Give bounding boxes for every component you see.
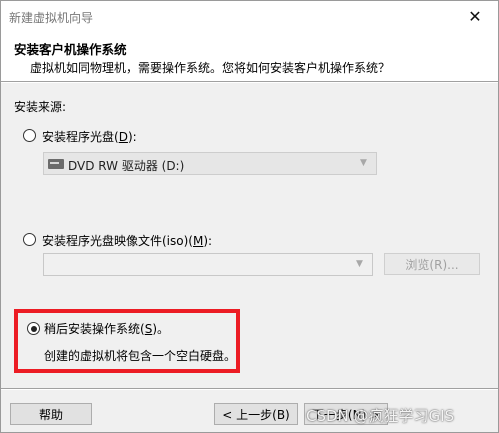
chevron-down-icon: ▼ xyxy=(360,158,367,168)
install-disc-label[interactable]: 安装程序光盘(D): xyxy=(42,128,137,145)
dvd-drive-icon xyxy=(48,159,64,169)
radio-install-disc[interactable] xyxy=(23,129,36,142)
disc-drive-value: DVD RW 驱动器 (D:) xyxy=(68,159,185,173)
disc-drive-select[interactable]: DVD RW 驱动器 (D:) ▼ xyxy=(43,152,377,175)
wizard-header: 安装客户机操作系统 虚拟机如同物理机，需要操作系统。您将如何安装客户机操作系统？ xyxy=(1,31,498,81)
page-subtitle: 虚拟机如同物理机，需要操作系统。您将如何安装客户机操作系统？ xyxy=(30,61,391,75)
back-button[interactable]: < 上一步(B) xyxy=(214,403,298,425)
browse-button[interactable]: 浏览(R)... xyxy=(384,253,480,275)
install-iso-label[interactable]: 安装程序光盘映像文件(iso)(M): xyxy=(42,232,212,249)
close-icon[interactable]: ✕ xyxy=(452,1,498,31)
window-title: 新建虚拟机向导 xyxy=(9,11,94,25)
chevron-down-icon: ▼ xyxy=(356,259,363,269)
iso-path-select[interactable]: ▼ xyxy=(43,253,373,276)
title-bar: 新建虚拟机向导 ✕ xyxy=(1,1,498,31)
highlight-box xyxy=(14,309,240,373)
install-source-label: 安装来源: xyxy=(14,100,67,114)
help-button[interactable]: 帮助 xyxy=(10,403,92,425)
radio-install-iso[interactable] xyxy=(23,233,36,246)
new-vm-wizard-window: 新建虚拟机向导 ✕ 安装客户机操作系统 虚拟机如同物理机，需要操作系统。您将如何… xyxy=(0,0,499,433)
page-title: 安装客户机操作系统 xyxy=(14,42,127,57)
watermark-text: CSDN @疯狂学习GIS xyxy=(306,407,455,425)
